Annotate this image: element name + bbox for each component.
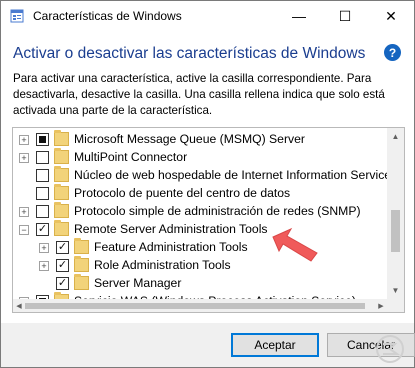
folder-icon: [54, 166, 69, 182]
maximize-button[interactable]: ☐: [322, 1, 368, 31]
feature-checkbox[interactable]: ✓: [56, 241, 69, 254]
minimize-button[interactable]: —: [276, 1, 322, 31]
folder-icon: [54, 184, 69, 200]
feature-row[interactable]: + MultiPoint Connector: [13, 148, 383, 167]
scrollbar-thumb[interactable]: [391, 210, 400, 252]
collapse-icon[interactable]: −: [19, 225, 29, 235]
feature-label: Remote Server Administration Tools: [74, 222, 268, 236]
maximize-icon: ☐: [338, 7, 352, 24]
folder-icon: [54, 148, 69, 164]
expand-icon[interactable]: +: [19, 153, 29, 163]
feature-label: Role Administration Tools: [94, 258, 231, 272]
expand-icon[interactable]: +: [39, 243, 49, 253]
scroll-left-icon[interactable]: ◀: [13, 299, 25, 312]
instructions-text: Para activar una característica, active …: [13, 72, 385, 117]
horizontal-scrollbar-thumb[interactable]: [25, 303, 365, 309]
page-heading: Activar o desactivar las características…: [13, 45, 366, 62]
watermark-logo-icon: [376, 335, 404, 363]
feature-checkbox[interactable]: ✓: [56, 277, 69, 290]
feature-row[interactable]: Núcleo de web hospedable de Internet Inf…: [13, 166, 397, 185]
feature-label: Feature Administration Tools: [94, 240, 248, 254]
feature-row[interactable]: + ✓ Feature Administration Tools: [13, 238, 383, 257]
feature-label: Server Manager: [94, 276, 182, 290]
feature-row[interactable]: − ✓ Remote Server Administration Tools: [13, 220, 383, 239]
feature-checkbox[interactable]: [36, 133, 49, 146]
feature-checkbox[interactable]: [36, 169, 49, 182]
folder-icon: [74, 256, 89, 272]
feature-row[interactable]: + Microsoft Message Queue (MSMQ) Server: [13, 130, 383, 149]
feature-label: MultiPoint Connector: [74, 150, 188, 164]
feature-label: Núcleo de web hospedable de Internet Inf…: [74, 168, 398, 182]
accept-button[interactable]: Aceptar: [231, 333, 319, 357]
feature-label: Protocolo simple de administración de re…: [74, 204, 361, 218]
folder-icon: [74, 238, 89, 254]
feature-row[interactable]: ✓ Server Manager: [13, 274, 383, 293]
feature-checkbox[interactable]: [36, 151, 49, 164]
feature-checkbox[interactable]: [36, 187, 49, 200]
feature-row[interactable]: + Protocolo simple de administración de r…: [13, 202, 383, 221]
pointer-arrow-icon: [272, 227, 318, 262]
folder-icon: [74, 274, 89, 290]
scroll-down-icon[interactable]: ▼: [387, 282, 404, 299]
feature-label: Microsoft Message Queue (MSMQ) Server: [74, 132, 305, 146]
folder-icon: [54, 130, 69, 146]
feature-row[interactable]: + ✓ Role Administration Tools: [13, 256, 383, 275]
features-dialog: Características de Windows — ☐ ✕ Activar…: [0, 0, 415, 368]
scroll-right-icon[interactable]: ▶: [375, 299, 387, 312]
feature-checkbox[interactable]: ✓: [36, 223, 49, 236]
vertical-scrollbar[interactable]: ▲ ▼: [387, 128, 404, 312]
feature-label: Protocolo de puente del centro de datos: [74, 186, 291, 200]
close-icon: ✕: [385, 7, 397, 24]
window-title: Características de Windows: [33, 9, 182, 23]
feature-row[interactable]: Protocolo de puente del centro de datos: [13, 184, 383, 203]
folder-icon: [54, 220, 69, 236]
minimize-icon: —: [292, 8, 306, 24]
help-icon[interactable]: ?: [384, 44, 401, 61]
expand-icon[interactable]: +: [39, 261, 49, 271]
feature-checkbox[interactable]: ✓: [56, 259, 69, 272]
close-button[interactable]: ✕: [368, 1, 414, 31]
features-tree[interactable]: + Microsoft Message Queue (MSMQ) Server + M…: [12, 127, 405, 313]
feature-checkbox[interactable]: [36, 205, 49, 218]
dialog-footer: Aceptar Cancelar: [1, 323, 415, 367]
expand-icon[interactable]: +: [19, 207, 29, 217]
windows-features-app-icon: [10, 9, 24, 23]
scroll-up-icon[interactable]: ▲: [387, 128, 404, 145]
folder-icon: [54, 202, 69, 218]
horizontal-scrollbar[interactable]: ◀ ▶: [13, 299, 387, 312]
title-bar[interactable]: Características de Windows — ☐ ✕: [1, 1, 414, 31]
expand-icon[interactable]: +: [19, 135, 29, 145]
